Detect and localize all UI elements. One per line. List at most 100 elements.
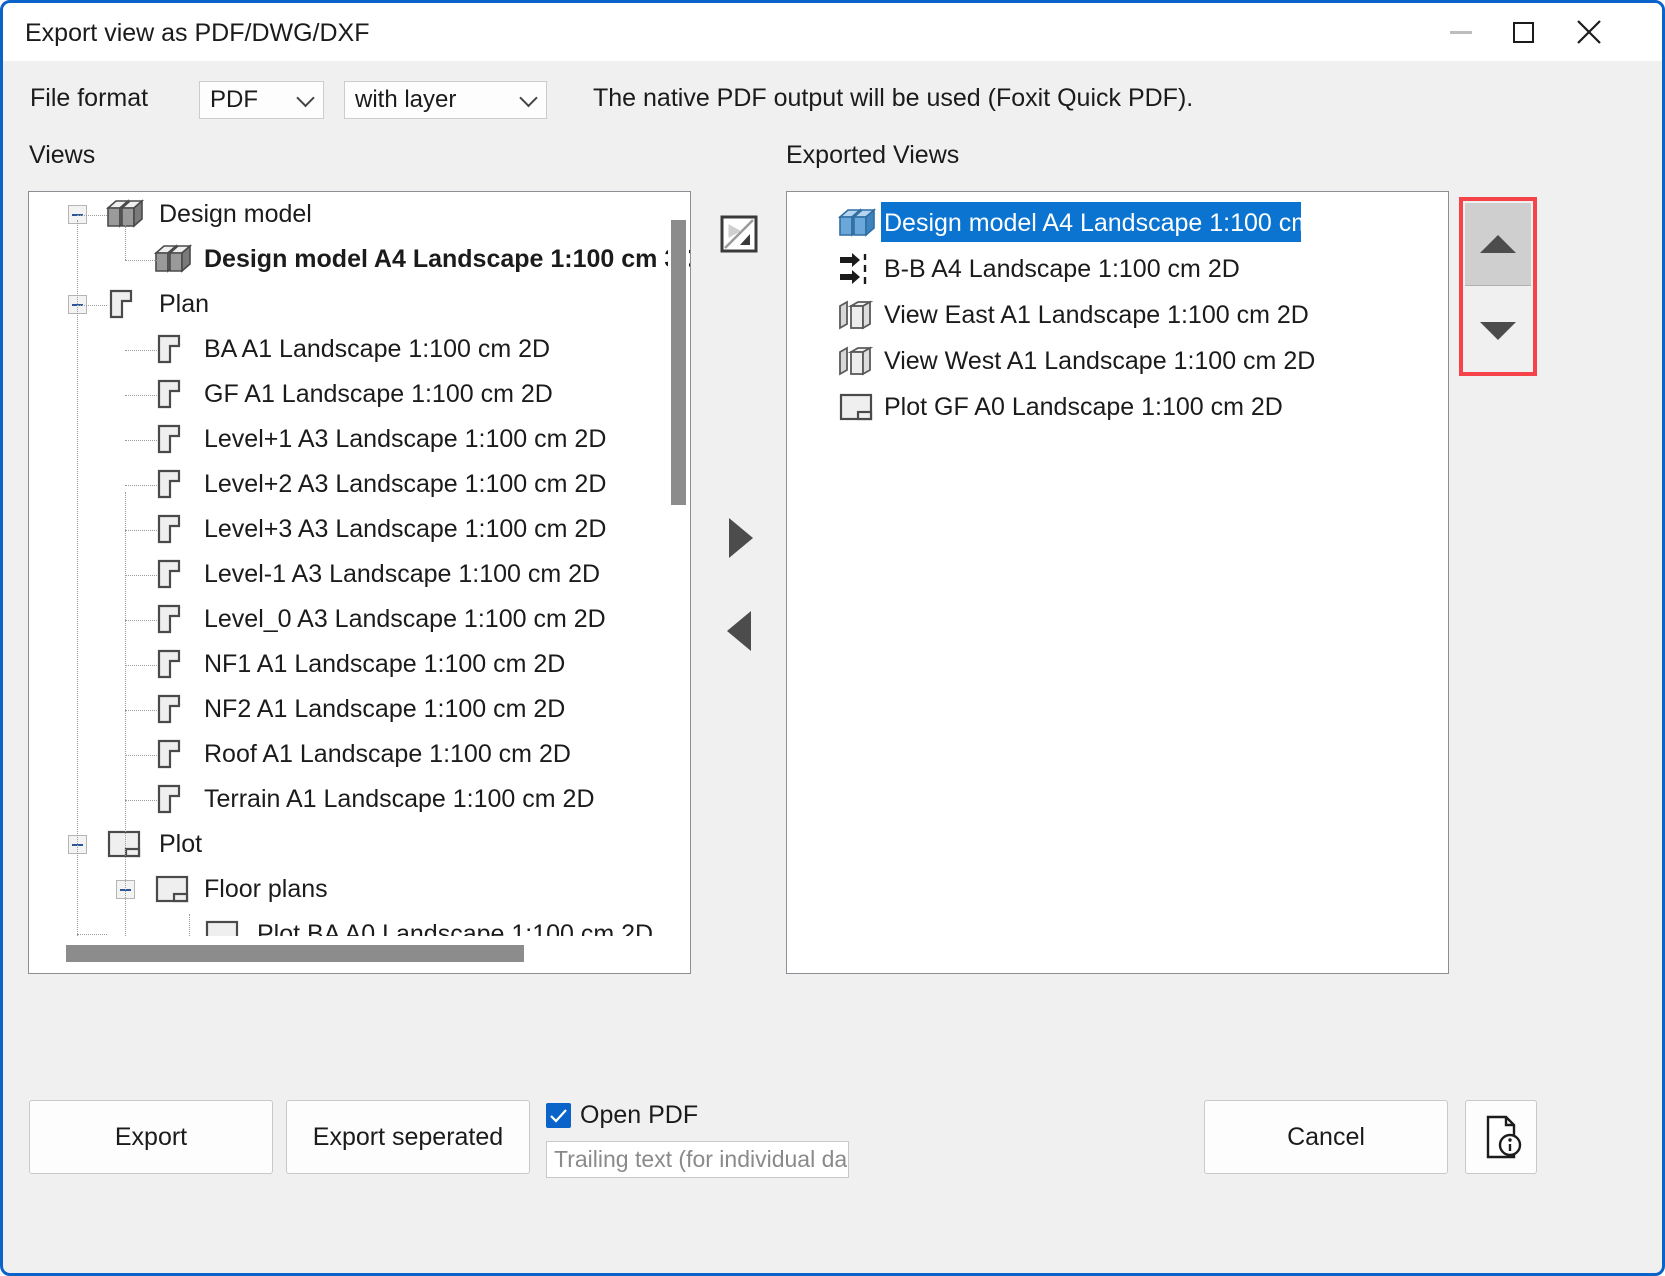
file-format-value: PDF	[210, 86, 258, 114]
views-tree-panel[interactable]: Design modelDesign model A4 Landscape 1:…	[28, 191, 691, 974]
tree-connector	[77, 934, 107, 935]
tree-item-label: Plot	[159, 830, 202, 859]
tree-connector	[125, 440, 157, 441]
exported-view-item[interactable]: B-B A4 Landscape 1:100 cm 2D	[787, 246, 1448, 292]
title-bar: Export view as PDF/DWG/DXF	[3, 3, 1662, 61]
plan-icon	[153, 737, 195, 771]
tree-connector	[125, 755, 157, 756]
arrow-right-icon	[723, 515, 757, 561]
exported-view-label: B-B A4 Landscape 1:100 cm 2D	[884, 255, 1240, 284]
views-tree: Design modelDesign model A4 Landscape 1:…	[29, 192, 669, 957]
exported-view-label: Design model A4 Landscape 1:100 cm 3D	[884, 209, 1351, 238]
tree-item-label: Level_0 A3 Landscape 1:100 cm 2D	[204, 605, 606, 634]
exported-views-header: Exported Views	[786, 141, 959, 170]
tree-connector	[125, 800, 157, 801]
tree-item-label: NF1 A1 Landscape 1:100 cm 2D	[204, 650, 565, 679]
info-button[interactable]	[1465, 1100, 1537, 1174]
elevation-icon	[837, 298, 879, 332]
remove-from-exported-button[interactable]	[723, 608, 757, 654]
checkbox-box[interactable]	[546, 1103, 571, 1128]
plot-icon	[153, 872, 195, 906]
file-format-select[interactable]: PDF	[199, 81, 324, 119]
swap-views-button[interactable]	[720, 215, 758, 253]
tree-item-label: Design model A4 Landscape 1:100 cm 3D	[204, 245, 691, 274]
plan-icon	[153, 602, 195, 636]
model-3d-icon	[105, 197, 147, 231]
plan-icon	[153, 557, 195, 591]
tree-item-label: BA A1 Landscape 1:100 cm 2D	[204, 335, 550, 364]
maximize-button[interactable]	[1492, 3, 1554, 61]
move-to-exported-button[interactable]	[723, 515, 757, 561]
exported-view-label: View East A1 Landscape 1:100 cm 2D	[884, 301, 1309, 330]
exported-view-item[interactable]: Design model A4 Landscape 1:100 cm 3D	[787, 200, 1448, 246]
plan-icon	[153, 422, 195, 456]
tree-connector	[77, 305, 107, 306]
maximize-icon	[1513, 22, 1534, 43]
exported-view-item[interactable]: Plot GF A0 Landscape 1:100 cm 2D	[787, 384, 1448, 430]
tree-connector	[125, 350, 157, 351]
section-icon	[837, 252, 879, 286]
views-tree-vertical-scrollbar[interactable]	[668, 193, 689, 937]
dialog-title: Export view as PDF/DWG/DXF	[25, 19, 370, 48]
open-pdf-label: Open PDF	[580, 1101, 698, 1130]
open-pdf-checkbox[interactable]: Open PDF	[546, 1101, 698, 1130]
tree-item[interactable]: Plan	[29, 282, 669, 327]
layer-option-select[interactable]: with layer	[344, 81, 547, 119]
export-button[interactable]: Export	[29, 1100, 273, 1174]
reorder-highlight-box	[1459, 197, 1537, 376]
info-document-icon	[1480, 1114, 1522, 1160]
views-header: Views	[29, 141, 95, 170]
plan-icon	[105, 287, 147, 321]
plan-icon	[153, 467, 195, 501]
tree-item-label: NF2 A1 Landscape 1:100 cm 2D	[204, 695, 565, 724]
plan-icon	[153, 512, 195, 546]
exported-view-item[interactable]: View East A1 Landscape 1:100 cm 2D	[787, 292, 1448, 338]
tree-item-label: Plan	[159, 290, 209, 319]
chevron-down-icon	[519, 89, 537, 107]
export-separated-button[interactable]: Export seperated	[286, 1100, 530, 1174]
tree-connector	[125, 575, 157, 576]
scrollbar-thumb[interactable]	[671, 220, 686, 505]
tree-connector	[125, 492, 126, 974]
scrollbar-thumb[interactable]	[66, 945, 524, 962]
layer-option-value: with layer	[355, 86, 456, 114]
tree-connector	[77, 215, 107, 216]
tree-connector	[125, 530, 157, 531]
exported-view-label: Plot GF A0 Landscape 1:100 cm 2D	[884, 393, 1283, 422]
arrow-left-icon	[723, 608, 757, 654]
tree-item-label: Level+2 A3 Landscape 1:100 cm 2D	[204, 470, 606, 499]
tree-item-label: Roof A1 Landscape 1:100 cm 2D	[204, 740, 571, 769]
tree-item-label: GF A1 Landscape 1:100 cm 2D	[204, 380, 553, 409]
tree-connector	[77, 220, 78, 974]
exported-views-panel[interactable]: Design model A4 Landscape 1:100 cm 3D B-B…	[786, 191, 1449, 974]
plot-icon	[105, 827, 147, 861]
format-note-text: The native PDF output will be used (Foxi…	[593, 84, 1193, 113]
trailing-text-placeholder: Trailing text (for individual da	[554, 1146, 847, 1173]
plan-icon	[153, 332, 195, 366]
exported-view-item[interactable]: View West A1 Landscape 1:100 cm 2D	[787, 338, 1448, 384]
tree-connector	[125, 485, 157, 486]
tree-item-label: Level+3 A3 Landscape 1:100 cm 2D	[204, 515, 606, 544]
elevation-icon	[837, 344, 879, 378]
tree-item-label: Terrain A1 Landscape 1:100 cm 2D	[204, 785, 595, 814]
plan-icon	[153, 782, 195, 816]
plan-icon	[153, 647, 195, 681]
tree-item-label: Level+1 A3 Landscape 1:100 cm 2D	[204, 425, 606, 454]
chevron-down-icon	[296, 89, 314, 107]
minimize-icon	[1450, 31, 1472, 34]
model-3d-icon-blue	[837, 206, 879, 240]
tree-item-label: Floor plans	[204, 875, 328, 904]
cancel-button[interactable]: Cancel	[1204, 1100, 1448, 1174]
tree-connector	[125, 260, 157, 261]
minimize-button[interactable]	[1430, 3, 1492, 61]
tree-item-label: Level-1 A3 Landscape 1:100 cm 2D	[204, 560, 600, 589]
tree-connector	[125, 395, 157, 396]
export-dialog: Export view as PDF/DWG/DXF File format P…	[0, 0, 1665, 1276]
plot-icon	[837, 390, 879, 424]
trailing-text-input[interactable]: Trailing text (for individual da	[546, 1141, 849, 1178]
tree-connector	[125, 665, 157, 666]
plan-icon	[153, 377, 195, 411]
views-tree-horizontal-scrollbar[interactable]	[30, 936, 670, 972]
close-button[interactable]	[1558, 3, 1620, 61]
tree-connector	[125, 620, 157, 621]
